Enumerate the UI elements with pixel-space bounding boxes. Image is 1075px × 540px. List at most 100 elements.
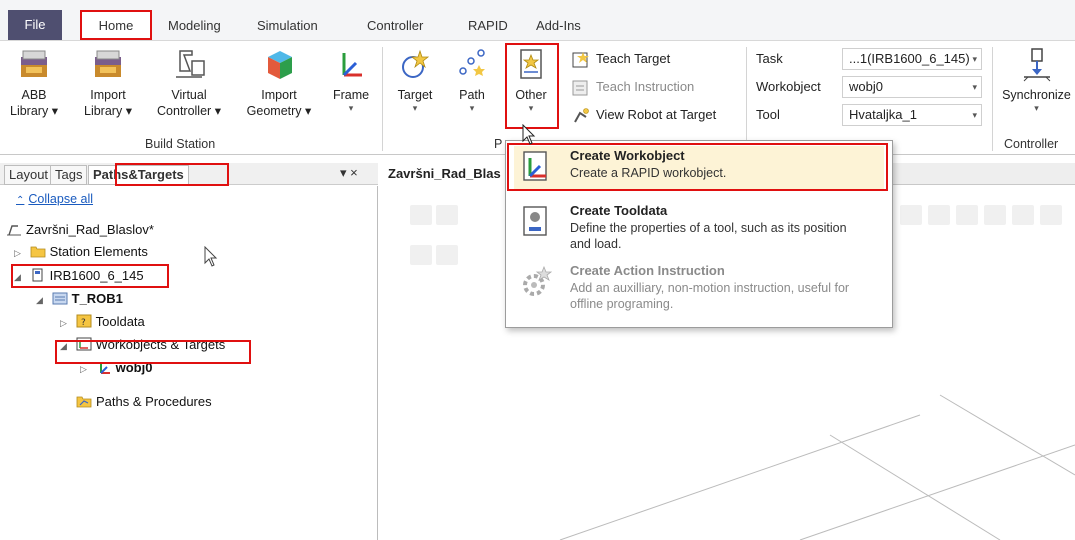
path-button[interactable]: Path ▾ (452, 47, 492, 113)
teach-instruction-button[interactable]: Teach Instruction (572, 77, 694, 97)
paths-procedures-label: Paths & Procedures (96, 394, 212, 409)
tab-file[interactable]: File (8, 10, 62, 40)
chevron-down-icon: ▾ (1034, 103, 1039, 113)
station-elements-label: Station Elements (49, 244, 148, 259)
virtual-controller-button[interactable]: Virtual Controller ▾ (152, 47, 226, 119)
task-node-label: T_ROB1 (71, 291, 123, 306)
task-label: Task (756, 51, 783, 66)
tab-simulation[interactable]: Simulation (257, 14, 318, 38)
collapse-all-link[interactable]: ⌃ Collapse all (16, 192, 93, 206)
tab-layout[interactable]: Layout (4, 165, 54, 185)
build-station-group-label: Build Station (145, 137, 216, 151)
chevron-down-icon: ▾ (972, 82, 977, 92)
expand-arrow-icon: ▷ (80, 364, 87, 374)
tool-select[interactable]: Hvataljka_1 ▾ (842, 104, 982, 126)
tab-add-ins[interactable]: Add-Ins (536, 14, 581, 38)
frame-label: Frame (332, 88, 370, 102)
tab-home[interactable]: Home (80, 10, 152, 40)
tree-node-wobj0[interactable]: ▷ wobj0 (80, 358, 152, 378)
view-robot-at-target-button[interactable]: View Robot at Target (572, 105, 716, 125)
create-tooldata-item[interactable]: Create Tooldata Define the properties of… (514, 201, 884, 255)
panel-pin-close-buttons[interactable]: ▾ × (340, 165, 358, 181)
chevron-down-icon: ▾ (972, 110, 977, 120)
import-geometry-label-2: Geometry (246, 104, 302, 118)
frame-axes-icon (342, 53, 362, 77)
create-tooldata-title: Create Tooldata (570, 203, 668, 218)
create-tooldata-icon (523, 206, 547, 236)
virtual-controller-label-1: Virtual (171, 88, 207, 102)
tool-select-value: Hvataljka_1 (849, 107, 917, 122)
library-icon (21, 50, 47, 77)
teach-target-label: Teach Target (596, 51, 671, 66)
create-action-instruction-item[interactable]: Create Action Instruction Add an auxilli… (514, 261, 884, 321)
paths-folder-icon (76, 396, 92, 408)
virtual-controller-label-2: Controller (157, 104, 212, 118)
task-icon (52, 292, 68, 305)
workobject-select[interactable]: wobj0 ▾ (842, 76, 982, 98)
tree-node-tooldata[interactable]: ▷ ? Tooldata (60, 312, 145, 332)
folder-icon (30, 246, 46, 258)
tree-node-task[interactable]: ◢ T_ROB1 (36, 289, 123, 309)
task-select[interactable]: ...1(IRB1600_6_145) ▾ (842, 48, 982, 70)
wobj0-label: wobj0 (115, 360, 153, 375)
paths-targets-panel: ⌃ Collapse all Završni_Rad_Blaslov* ▷ Sta… (0, 186, 378, 540)
other-document-star-icon (520, 49, 542, 79)
tree-node-paths-procedures[interactable]: Paths & Procedures (76, 392, 212, 412)
create-workobject-icon (523, 151, 547, 181)
collapse-arrow-icon: ◢ (60, 341, 67, 351)
virtual-controller-icon (176, 50, 205, 78)
import-library-label-2: Library (84, 104, 123, 118)
tooldata-label: Tooldata (95, 314, 145, 329)
create-workobject-title: Create Workobject (570, 148, 685, 163)
create-action-instruction-title: Create Action Instruction (570, 263, 725, 278)
workobject-frame-icon (99, 362, 110, 374)
import-geometry-button[interactable]: Import Geometry ▾ (244, 47, 314, 119)
document-tab[interactable]: Završni_Rad_Blas (380, 163, 510, 185)
collapse-arrow-icon: ◢ (36, 295, 43, 305)
robot-controller-icon (32, 268, 43, 282)
panel-tab-bar: Layout Tags Paths&Targets ▾ × (0, 163, 378, 185)
path-icon (459, 49, 485, 76)
path-label: Path (459, 88, 485, 102)
import-library-icon (95, 50, 121, 77)
tab-rapid[interactable]: RAPID (468, 14, 508, 38)
synchronize-button[interactable]: Synchronize ▾ (998, 47, 1075, 113)
station-icon (7, 225, 21, 236)
chevron-down-icon: ▾ (528, 103, 534, 113)
group-separator (746, 47, 747, 151)
svg-text:?: ? (81, 318, 86, 328)
view-robot-icon (574, 107, 589, 123)
expand-arrow-icon: ▷ (14, 248, 21, 258)
tree-node-station[interactable]: Završni_Rad_Blaslov* (6, 220, 154, 240)
frame-button[interactable]: Frame ▾ (326, 47, 376, 113)
tab-controller[interactable]: Controller (367, 14, 423, 38)
chevron-down-icon: ▾ (214, 104, 221, 118)
tree-node-robot[interactable]: ◢ IRB1600_6_145 (14, 266, 144, 286)
chevron-down-icon: ▾ (125, 104, 132, 118)
workobjects-icon (76, 337, 92, 351)
collapse-caret-icon: ⌃ (16, 195, 25, 206)
teach-target-button[interactable]: Teach Target (572, 49, 670, 69)
target-button[interactable]: Target ▾ (392, 47, 438, 113)
geometry-cube-icon (268, 51, 292, 79)
tab-paths-targets[interactable]: Paths&Targets (88, 165, 189, 185)
workobject-label: Workobject (756, 79, 821, 94)
tree-node-workobjects-targets[interactable]: ◢ Workobjects & Targets (60, 335, 225, 355)
controller-group-label: Controller (1004, 137, 1059, 151)
abb-library-label-2: Library (10, 104, 49, 118)
mouse-cursor-icon (204, 246, 218, 267)
other-label: Other (515, 88, 547, 102)
create-workobject-item[interactable]: Create Workobject Create a RAPID workobj… (514, 146, 884, 190)
workobject-select-value: wobj0 (849, 79, 883, 94)
tool-label: Tool (756, 107, 780, 122)
import-geometry-label-1: Import (261, 88, 297, 102)
import-library-button[interactable]: Import Library ▾ (80, 47, 136, 119)
synchronize-label: Synchronize (1002, 88, 1071, 102)
tab-tags[interactable]: Tags (50, 165, 88, 185)
abb-library-button[interactable]: ABB Library ▾ (6, 47, 62, 119)
tab-modeling[interactable]: Modeling (168, 14, 221, 38)
tree-node-station-elements[interactable]: ▷ Station Elements (14, 242, 148, 262)
other-button[interactable]: Other ▾ (508, 47, 554, 113)
chevron-down-icon: ▾ (972, 54, 977, 64)
teach-target-icon (572, 51, 589, 68)
